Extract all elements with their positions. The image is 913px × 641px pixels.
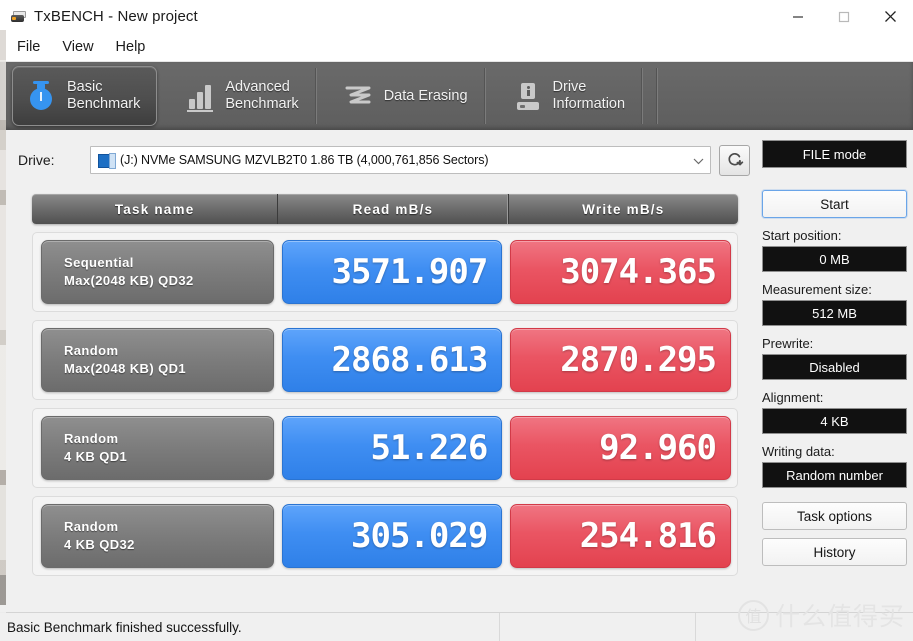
tab-advanced-benchmark-label: Advanced Benchmark — [225, 79, 299, 112]
task-name-line1: Sequential — [64, 255, 134, 270]
task-name-line2: 4 KB QD1 — [64, 449, 128, 464]
status-bar: Basic Benchmark finished successfully. — [0, 612, 913, 641]
read-value-cell: 2868.613 — [281, 328, 503, 392]
read-value: 51.226 — [370, 428, 488, 468]
menu-item-file[interactable]: File — [8, 37, 49, 57]
start-position-label: Start position: — [762, 228, 842, 243]
table-row: Sequential Max(2048 KB) QD32 3571.907 30… — [32, 232, 738, 312]
measurement-size-label: Measurement size: — [762, 282, 872, 297]
tab-advanced-benchmark[interactable]: Advanced Benchmark — [171, 68, 316, 124]
task-name-cell[interactable]: Random Max(2048 KB) QD1 — [41, 328, 274, 392]
table-row: Random Max(2048 KB) QD1 2868.613 2870.29… — [32, 320, 738, 400]
status-segment-3 — [696, 613, 913, 641]
hdd-icon — [98, 153, 116, 169]
bar-chart-icon — [183, 78, 217, 114]
drive-info-icon — [511, 78, 545, 114]
alignment-label: Alignment: — [762, 390, 824, 405]
tab-divider — [656, 68, 658, 124]
write-value: 2870.295 — [560, 340, 717, 380]
title-bar: TxBENCH - New project — [0, 0, 913, 33]
task-name-line1: Random — [64, 343, 119, 358]
write-value-cell: 92.960 — [510, 416, 731, 480]
main-content: Drive: (J:) NVMe SAMSUNG MZVLB2T0 1.86 T… — [0, 130, 913, 612]
table-header-row: Task name Read mB/s Write mB/s — [32, 194, 738, 224]
task-name-line1: Random — [64, 431, 119, 446]
measurement-size-value[interactable]: 512 MB — [762, 300, 907, 326]
task-name-line1: Random — [64, 519, 119, 534]
close-icon[interactable] — [867, 0, 913, 33]
prewrite-label: Prewrite: — [762, 336, 814, 351]
tab-strip: Basic Benchmark Advanced Benchmark Data … — [0, 62, 913, 130]
tab-basic-benchmark-label: Basic Benchmark — [67, 79, 141, 112]
write-value: 3074.365 — [560, 252, 717, 292]
read-value-cell: 51.226 — [281, 416, 503, 480]
writing-data-value[interactable]: Random number — [762, 462, 907, 488]
window-title: TxBENCH - New project — [34, 8, 198, 25]
txbench-window: TxBENCH - New project File View Help Bas… — [0, 0, 913, 641]
chevron-down-icon — [693, 154, 704, 165]
task-name-cell[interactable]: Random 4 KB QD32 — [41, 504, 274, 568]
drive-selector-row: Drive: (J:) NVMe SAMSUNG MZVLB2T0 1.86 T… — [0, 144, 760, 176]
read-value-cell: 305.029 — [281, 504, 503, 568]
file-mode-button[interactable]: FILE mode — [762, 140, 907, 168]
column-header-write: Write mB/s — [507, 194, 738, 224]
menu-item-help[interactable]: Help — [107, 37, 155, 57]
read-value: 3571.907 — [331, 252, 489, 292]
table-row: Random 4 KB QD32 305.029 254.816 — [32, 496, 738, 576]
status-segment-2 — [500, 613, 696, 641]
task-name-line2: 4 KB QD32 — [64, 537, 135, 552]
app-drive-icon — [10, 9, 26, 25]
drive-select[interactable]: (J:) NVMe SAMSUNG MZVLB2T0 1.86 TB (4,00… — [90, 146, 711, 174]
writing-data-label: Writing data: — [762, 444, 835, 459]
start-position-value[interactable]: 0 MB — [762, 246, 907, 272]
write-value-cell: 3074.365 — [510, 240, 731, 304]
write-value-cell: 2870.295 — [510, 328, 731, 392]
task-name-line2: Max(2048 KB) QD1 — [64, 361, 186, 376]
results-table: Task name Read mB/s Write mB/s Sequentia… — [32, 194, 738, 576]
alignment-value[interactable]: 4 KB — [762, 408, 907, 434]
task-name-cell[interactable]: Sequential Max(2048 KB) QD32 — [41, 240, 274, 304]
menu-item-view[interactable]: View — [53, 37, 102, 57]
tab-drive-information-label: Drive Information — [552, 79, 626, 112]
drive-select-value: (J:) NVMe SAMSUNG MZVLB2T0 1.86 TB (4,00… — [120, 153, 489, 167]
minimize-icon[interactable] — [775, 0, 821, 33]
refresh-button[interactable] — [719, 144, 750, 176]
tab-data-erasing-label: Data Erasing — [383, 87, 468, 104]
menu-bar: File View Help — [0, 33, 913, 62]
write-value: 254.816 — [579, 516, 717, 556]
tab-drive-information[interactable]: Drive Information — [499, 68, 643, 124]
stopwatch-icon — [25, 78, 59, 114]
prewrite-value[interactable]: Disabled — [762, 354, 907, 380]
task-name-line2: Max(2048 KB) QD32 — [64, 273, 194, 288]
tab-data-erasing[interactable]: Data Erasing — [330, 68, 485, 124]
refresh-icon — [728, 152, 743, 166]
column-header-task-name: Task name — [114, 201, 195, 217]
tab-basic-benchmark[interactable]: Basic Benchmark — [12, 66, 158, 126]
status-message: Basic Benchmark finished successfully. — [0, 613, 500, 641]
column-header-read: Read mB/s — [277, 194, 507, 224]
start-button[interactable]: Start — [762, 190, 907, 218]
erase-icon — [342, 78, 376, 114]
window-controls — [775, 0, 913, 33]
screenshot-edge-artifact — [0, 0, 6, 641]
write-value: 92.960 — [599, 428, 717, 468]
options-panel: FILE mode Start Start position: 0 MB Mea… — [762, 140, 907, 566]
history-button[interactable]: History — [762, 538, 907, 566]
task-options-button[interactable]: Task options — [762, 502, 907, 530]
read-value: 2868.613 — [331, 340, 489, 380]
task-name-cell[interactable]: Random 4 KB QD1 — [41, 416, 274, 480]
read-value: 305.029 — [351, 516, 488, 556]
read-value-cell: 3571.907 — [281, 240, 503, 304]
maximize-icon[interactable] — [821, 0, 867, 33]
table-row: Random 4 KB QD1 51.226 92.960 — [32, 408, 738, 488]
write-value-cell: 254.816 — [510, 504, 731, 568]
drive-label: Drive: — [18, 152, 55, 168]
